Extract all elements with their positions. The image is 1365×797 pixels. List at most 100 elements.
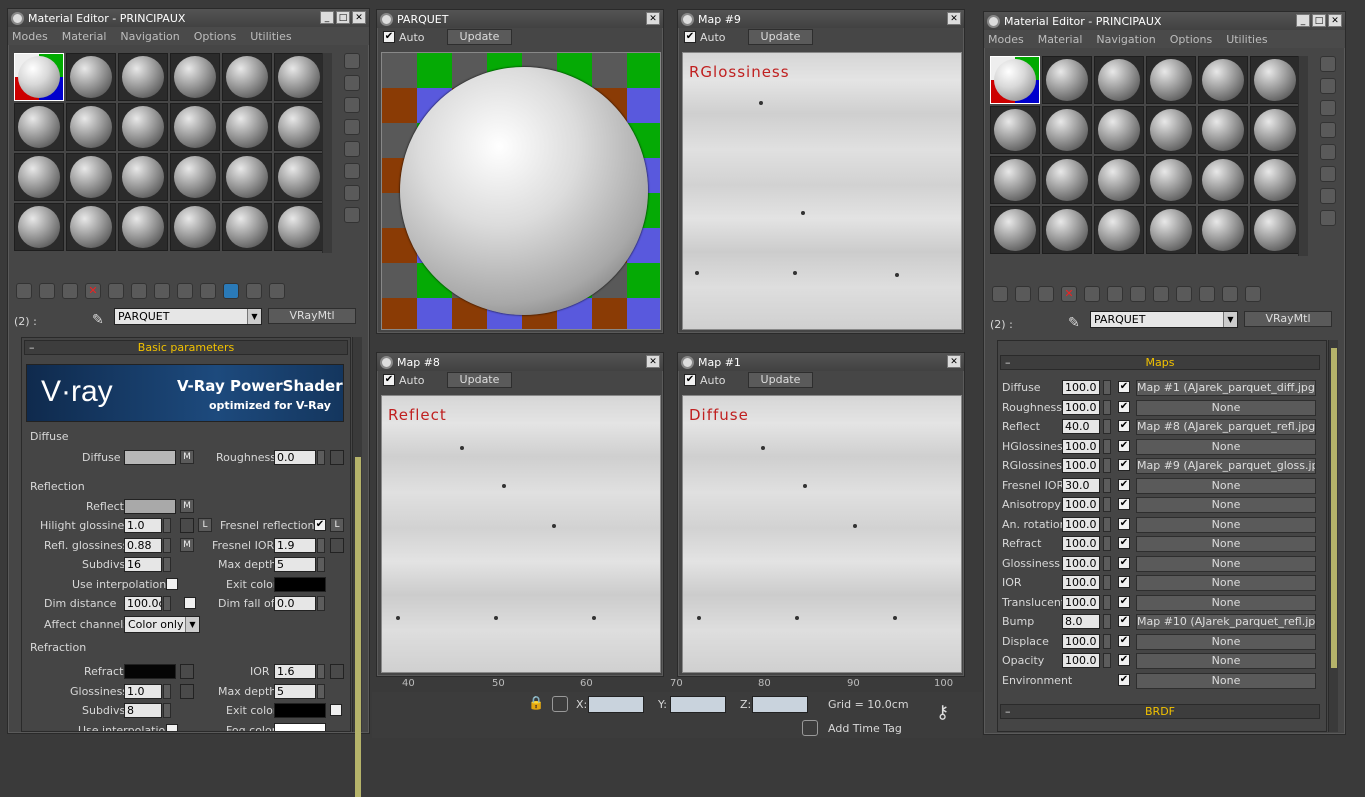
map-slot-button[interactable]: None [1136, 575, 1316, 591]
slots-scrollbar[interactable] [322, 53, 332, 253]
close-button[interactable]: ✕ [947, 355, 961, 368]
sample-slot[interactable] [1250, 56, 1300, 104]
sample-slot[interactable] [274, 203, 324, 251]
max-depth-field[interactable]: 5 [274, 557, 316, 572]
sample-slot[interactable] [170, 103, 220, 151]
map-slot-button[interactable]: None [1136, 497, 1316, 513]
maximize-button[interactable]: □ [336, 11, 350, 24]
sample-slot-active[interactable] [990, 56, 1040, 104]
sample-slot[interactable] [66, 103, 116, 151]
refr-glossiness-field[interactable]: 1.0 [124, 684, 162, 699]
show-map-icon[interactable] [177, 283, 193, 299]
refr-max-depth-field[interactable]: 5 [274, 684, 316, 699]
sample-slot[interactable] [1042, 106, 1092, 154]
map-slot-button[interactable]: None [1136, 536, 1316, 552]
sample-slot[interactable] [1198, 56, 1248, 104]
map-enable-checkbox[interactable]: ✔ [1118, 381, 1130, 393]
sample-slot[interactable] [66, 53, 116, 101]
map-amount-spinner[interactable] [1103, 419, 1111, 434]
map-slot-button[interactable]: None [1136, 672, 1316, 689]
sample-slot[interactable] [1198, 106, 1248, 154]
refr-glossiness-map-button[interactable] [180, 684, 194, 699]
minimize-button[interactable]: _ [1296, 14, 1310, 27]
sample-slot-active[interactable] [14, 53, 64, 101]
auto-checkbox[interactable]: ✔ [684, 374, 696, 386]
chevron-down-icon[interactable]: ▼ [1223, 312, 1237, 327]
sample-slot[interactable] [170, 53, 220, 101]
map-amount-field[interactable]: 100.0 [1062, 653, 1100, 668]
backlight-icon[interactable] [344, 75, 360, 91]
max-depth-spinner[interactable] [317, 557, 325, 572]
diffuse-map-button[interactable]: M [180, 450, 194, 464]
dim-distance-spinner[interactable] [163, 596, 171, 611]
dim-falloff-spinner[interactable] [317, 596, 325, 611]
sample-slot[interactable] [990, 106, 1040, 154]
map-amount-spinner[interactable] [1103, 536, 1111, 551]
refl-glossiness-field[interactable]: 0.88 [124, 538, 162, 553]
map-enable-checkbox[interactable]: ✔ [1118, 673, 1130, 686]
maps-scrollbar[interactable] [1328, 340, 1338, 732]
put-to-scene-icon[interactable] [1015, 286, 1031, 302]
menu-navigation[interactable]: Navigation [120, 30, 179, 43]
put-to-library-icon[interactable] [131, 283, 147, 299]
z-coord-field[interactable] [752, 696, 808, 713]
select-by-material-icon[interactable] [1320, 210, 1336, 226]
map-amount-spinner[interactable] [1103, 399, 1111, 415]
sample-slot[interactable] [1250, 156, 1300, 204]
map-slot-button[interactable]: Map #1 (AJarek_parquet_diff.jpg) [1136, 380, 1316, 396]
map-enable-checkbox[interactable]: ✔ [1118, 478, 1130, 491]
ior-spinner[interactable] [317, 664, 325, 679]
refl-glossiness-map-button[interactable]: M [180, 538, 194, 552]
sample-slot[interactable] [274, 103, 324, 151]
menu-utilities[interactable]: Utilities [250, 30, 291, 43]
fresnel-ior-spinner[interactable] [317, 538, 325, 553]
map-slot-button[interactable]: None [1136, 594, 1316, 611]
show-end-result-icon[interactable] [1176, 286, 1192, 302]
map-amount-spinner[interactable] [1103, 633, 1111, 649]
map-enable-checkbox[interactable]: ✔ [1118, 537, 1130, 549]
title-bar[interactable]: Map #8 ✕ [377, 353, 663, 371]
update-button[interactable]: Update [446, 372, 513, 388]
backlight-icon[interactable] [1320, 78, 1336, 94]
map-amount-field[interactable]: 8.0 [1062, 614, 1100, 629]
roughness-spinner[interactable] [317, 450, 325, 465]
map-amount-field[interactable]: 100.0 [1062, 497, 1100, 512]
sample-slot[interactable] [14, 203, 64, 251]
params-scrollbar[interactable] [352, 337, 362, 797]
title-bar[interactable]: Material Editor - PRINCIPAUX _ □ ✕ [8, 9, 369, 27]
sample-slot[interactable] [1250, 206, 1300, 254]
material-name-field[interactable]: PARQUET ▼ [114, 308, 262, 325]
material-id-icon[interactable] [154, 283, 170, 299]
map-enable-checkbox[interactable]: ✔ [1118, 654, 1130, 666]
menu-options[interactable]: Options [1170, 33, 1212, 46]
sample-slot[interactable] [1094, 56, 1144, 104]
maps-rollout[interactable]: – Maps [1000, 355, 1320, 370]
sample-slot[interactable] [1042, 156, 1092, 204]
get-material-icon[interactable] [16, 283, 32, 299]
roughness-field[interactable]: 0.0 [274, 450, 316, 465]
roughness-map-button[interactable] [330, 450, 344, 465]
close-button[interactable]: ✕ [646, 355, 660, 368]
refl-glossiness-spinner[interactable] [163, 538, 171, 553]
close-button[interactable]: ✕ [1328, 14, 1342, 27]
title-bar[interactable]: Material Editor - PRINCIPAUX _ □ ✕ [984, 12, 1345, 30]
material-type-button[interactable]: VRayMtl [1244, 311, 1332, 327]
map-slot-button[interactable]: Map #10 (AJarek_parquet_refl.jpg) [1136, 614, 1316, 630]
map-amount-field[interactable]: 100.0 [1062, 438, 1100, 454]
map-enable-checkbox[interactable]: ✔ [1118, 498, 1130, 510]
map-amount-spinner[interactable] [1103, 555, 1111, 571]
reflect-map-button[interactable]: M [180, 499, 194, 513]
fresnel-reflections-checkbox[interactable]: ✔ [314, 519, 326, 531]
fresnel-ior-map-button[interactable] [330, 538, 344, 553]
refr-exit-color-checkbox[interactable] [330, 704, 342, 716]
refr-use-interpolation-checkbox[interactable] [166, 724, 178, 731]
update-button[interactable]: Update [747, 29, 814, 45]
refr-subdivs-field[interactable]: 8 [124, 703, 162, 718]
options-icon[interactable] [344, 185, 360, 201]
map-slot-button[interactable]: None [1136, 438, 1316, 455]
sample-slot[interactable] [1042, 56, 1092, 104]
menu-navigation[interactable]: Navigation [1096, 33, 1155, 46]
video-color-icon[interactable] [344, 141, 360, 157]
add-time-tag-button[interactable]: Add Time Tag [828, 722, 902, 735]
map-amount-field[interactable]: 30.0 [1062, 477, 1100, 493]
